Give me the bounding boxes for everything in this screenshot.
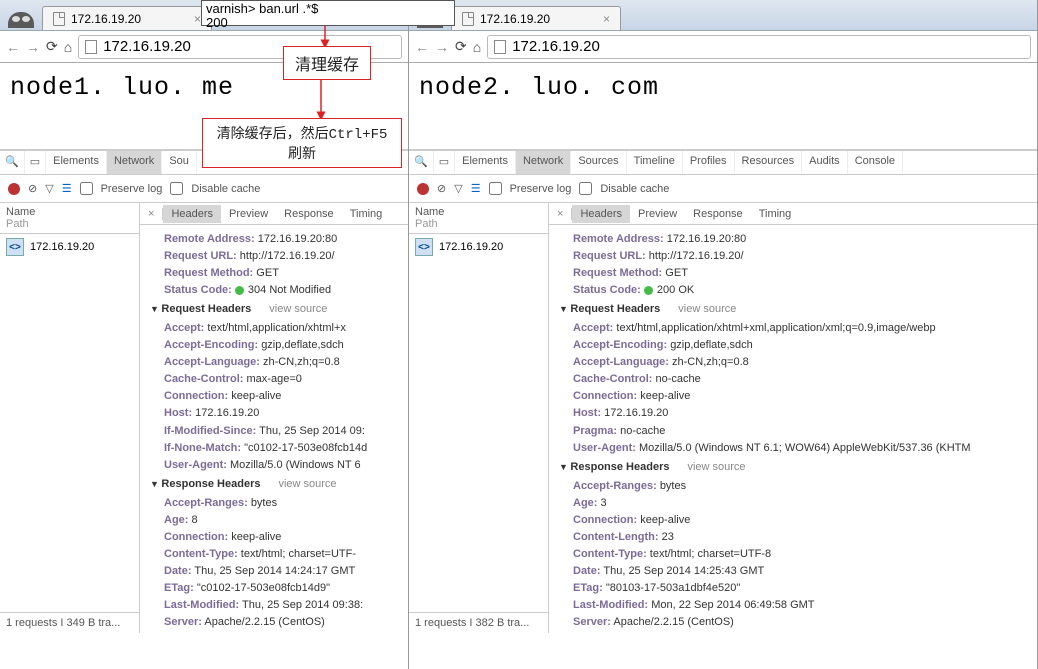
annotation-refresh: 清除缓存后，然后Ctrl+F5刷新 bbox=[202, 118, 402, 168]
tab-audits[interactable]: Audits bbox=[802, 151, 848, 174]
tab-sources[interactable]: Sou bbox=[162, 151, 197, 174]
preserve-log-checkbox[interactable] bbox=[489, 182, 502, 195]
tab-console[interactable]: Console bbox=[848, 151, 903, 174]
preserve-log-label: Preserve log bbox=[101, 183, 163, 195]
home-button[interactable]: ⌂ bbox=[473, 39, 481, 55]
device-icon[interactable]: ▭ bbox=[25, 151, 46, 174]
incognito-icon bbox=[8, 12, 34, 28]
clear-icon[interactable]: ⊘ bbox=[28, 182, 37, 195]
search-icon[interactable]: 🔍 bbox=[409, 151, 434, 174]
tab-headers[interactable]: Headers bbox=[163, 205, 221, 223]
tab-strip: 172.16.19.20 × bbox=[409, 0, 1037, 31]
column-header[interactable]: NamePath bbox=[0, 203, 139, 234]
tab-headers[interactable]: Headers bbox=[572, 205, 630, 223]
devtools-tabs: 🔍 ▭ Elements Network Sources Timeline Pr… bbox=[409, 151, 1037, 175]
url-bar[interactable]: 172.16.19.20 bbox=[487, 35, 1031, 59]
annotation-clear-cache: 清理缓存 bbox=[283, 46, 371, 80]
tab-timeline[interactable]: Timeline bbox=[627, 151, 683, 174]
preserve-log-label: Preserve log bbox=[510, 183, 572, 195]
network-toolbar: ⊘ ▽ ☰ Preserve log Disable cache bbox=[409, 175, 1037, 203]
clear-icon[interactable]: ⊘ bbox=[437, 182, 446, 195]
view-icon[interactable]: ☰ bbox=[62, 182, 72, 195]
request-list: NamePath <> 172.16.19.20 1 requests I 38… bbox=[409, 203, 549, 633]
file-icon bbox=[494, 40, 506, 54]
headers-pane: Remote Address: 172.16.19.20:80Request U… bbox=[140, 225, 408, 633]
status-bar: 1 requests I 382 B tra... bbox=[409, 612, 548, 633]
filter-icon[interactable]: ▽ bbox=[454, 182, 462, 195]
detail-tabs: × Headers Preview Response Timing bbox=[549, 203, 1037, 225]
record-button[interactable] bbox=[417, 183, 429, 195]
disable-cache-label: Disable cache bbox=[600, 183, 669, 195]
file-icon bbox=[462, 12, 474, 26]
status-bar: 1 requests I 349 B tra... bbox=[0, 612, 139, 633]
forward-button: → bbox=[26, 39, 40, 55]
disable-cache-label: Disable cache bbox=[191, 183, 260, 195]
reload-button[interactable]: ⟳ bbox=[46, 38, 58, 55]
browser-window-left: 172.16.19.20 × ← → ⟳ ⌂ 172.16.19.20 node… bbox=[0, 0, 409, 669]
doc-icon: <> bbox=[6, 238, 24, 256]
page-content: node2. luo. com bbox=[409, 63, 1037, 151]
request-name: 172.16.19.20 bbox=[30, 241, 94, 253]
nav-bar: ← → ⟳ ⌂ 172.16.19.20 bbox=[409, 31, 1037, 63]
home-button[interactable]: ⌂ bbox=[64, 39, 72, 55]
browser-window-right: 172.16.19.20 × ← → ⟳ ⌂ 172.16.19.20 node… bbox=[409, 0, 1038, 669]
file-icon bbox=[53, 12, 65, 26]
column-header[interactable]: NamePath bbox=[409, 203, 548, 234]
varnish-command: varnish> ban.url .*$200 bbox=[201, 0, 455, 26]
browser-tab[interactable]: 172.16.19.20 × bbox=[451, 6, 621, 30]
close-details[interactable]: × bbox=[549, 208, 572, 220]
request-row[interactable]: <> 172.16.19.20 bbox=[409, 234, 548, 260]
url-text: 172.16.19.20 bbox=[103, 38, 191, 55]
tab-elements[interactable]: Elements bbox=[46, 151, 107, 174]
close-icon[interactable]: × bbox=[194, 12, 201, 26]
disable-cache-checkbox[interactable] bbox=[579, 182, 592, 195]
filter-icon[interactable]: ▽ bbox=[45, 182, 53, 195]
tab-title: 172.16.19.20 bbox=[71, 12, 141, 26]
tab-preview[interactable]: Preview bbox=[221, 205, 276, 223]
tab-profiles[interactable]: Profiles bbox=[683, 151, 735, 174]
search-icon[interactable]: 🔍 bbox=[0, 151, 25, 174]
doc-icon: <> bbox=[415, 238, 433, 256]
detail-tabs: × Headers Preview Response Timing bbox=[140, 203, 408, 225]
browser-tab[interactable]: 172.16.19.20 × bbox=[42, 6, 212, 30]
disable-cache-checkbox[interactable] bbox=[170, 182, 183, 195]
tab-network[interactable]: Network bbox=[516, 151, 571, 174]
network-toolbar: ⊘ ▽ ☰ Preserve log Disable cache bbox=[0, 175, 408, 203]
request-name: 172.16.19.20 bbox=[439, 241, 503, 253]
close-icon[interactable]: × bbox=[603, 12, 610, 26]
page-title: node2. luo. com bbox=[419, 73, 1027, 102]
device-icon[interactable]: ▭ bbox=[434, 151, 455, 174]
request-row[interactable]: <> 172.16.19.20 bbox=[0, 234, 139, 260]
file-icon bbox=[85, 40, 97, 54]
tab-timing[interactable]: Timing bbox=[751, 205, 800, 223]
tab-response[interactable]: Response bbox=[685, 205, 751, 223]
close-details[interactable]: × bbox=[140, 208, 163, 220]
back-button[interactable]: ← bbox=[6, 39, 20, 55]
headers-pane: Remote Address: 172.16.19.20:80Request U… bbox=[549, 225, 1037, 633]
tab-preview[interactable]: Preview bbox=[630, 205, 685, 223]
reload-button[interactable]: ⟳ bbox=[455, 38, 467, 55]
tab-resources[interactable]: Resources bbox=[735, 151, 803, 174]
back-button[interactable]: ← bbox=[415, 39, 429, 55]
tab-timing[interactable]: Timing bbox=[342, 205, 391, 223]
tab-elements[interactable]: Elements bbox=[455, 151, 516, 174]
tab-network[interactable]: Network bbox=[107, 151, 162, 174]
view-icon[interactable]: ☰ bbox=[471, 182, 481, 195]
url-text: 172.16.19.20 bbox=[512, 38, 600, 55]
tab-sources[interactable]: Sources bbox=[571, 151, 626, 174]
preserve-log-checkbox[interactable] bbox=[80, 182, 93, 195]
request-list: NamePath <> 172.16.19.20 1 requests I 34… bbox=[0, 203, 140, 633]
tab-title: 172.16.19.20 bbox=[480, 12, 550, 26]
forward-button: → bbox=[435, 39, 449, 55]
record-button[interactable] bbox=[8, 183, 20, 195]
tab-response[interactable]: Response bbox=[276, 205, 342, 223]
